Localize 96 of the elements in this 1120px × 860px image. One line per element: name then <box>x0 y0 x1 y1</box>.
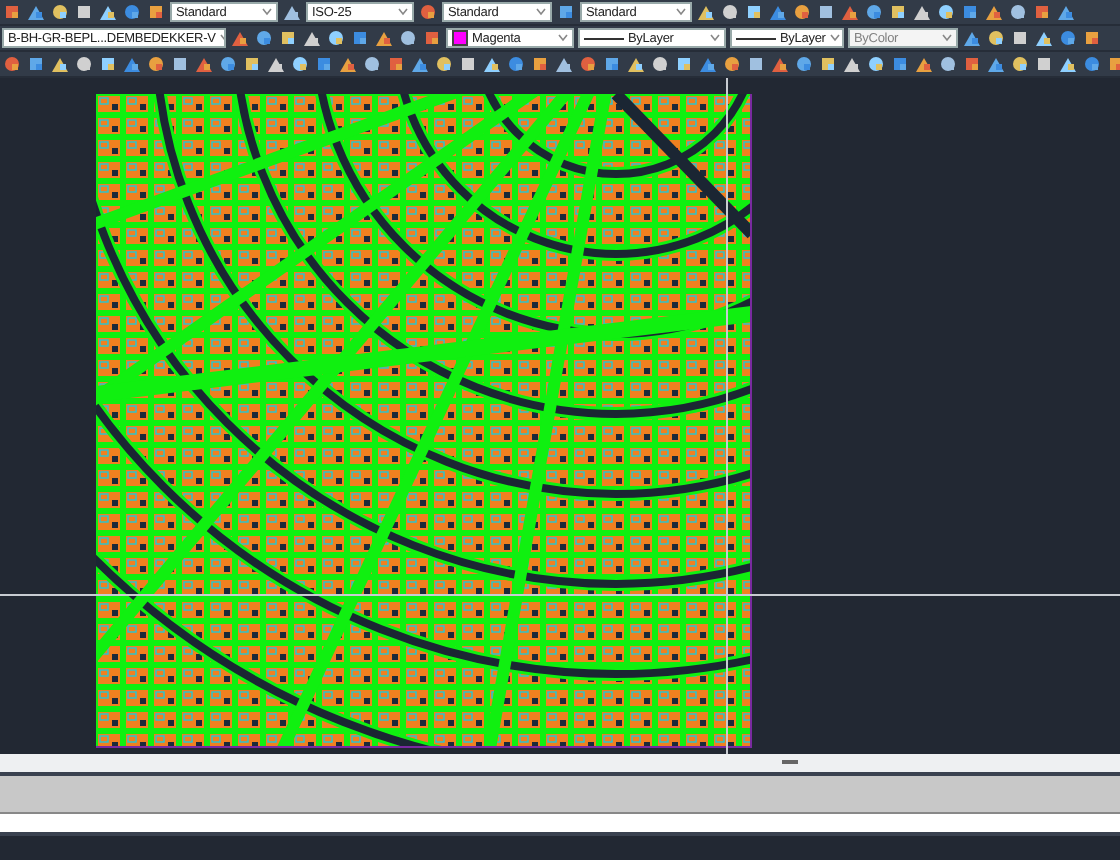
tool-icon[interactable] <box>268 56 284 72</box>
caret-icon <box>558 34 568 42</box>
tool-icon[interactable] <box>1084 30 1100 46</box>
tool-icon[interactable] <box>532 56 548 72</box>
tool-icon[interactable] <box>124 4 140 20</box>
tool-icon[interactable] <box>220 56 236 72</box>
tool-icon[interactable] <box>1010 4 1026 20</box>
command-input-field[interactable] <box>0 814 1120 836</box>
tool-icon[interactable] <box>196 56 212 72</box>
tool-icon[interactable] <box>940 56 956 72</box>
tool-icon[interactable] <box>556 56 572 72</box>
tool-icon[interactable] <box>794 4 810 20</box>
tool-icon[interactable] <box>52 56 68 72</box>
tool-icon[interactable] <box>484 56 500 72</box>
tool-icon[interactable] <box>1060 30 1076 46</box>
tool-icon[interactable] <box>964 56 980 72</box>
tool-icon[interactable] <box>376 30 392 46</box>
caret-icon <box>710 34 720 42</box>
tool-icon[interactable] <box>698 4 714 20</box>
tool-icon[interactable] <box>148 4 164 20</box>
tool-icon[interactable] <box>172 56 188 72</box>
tool-icon[interactable] <box>938 4 954 20</box>
tool-icon[interactable] <box>316 56 332 72</box>
tool-icon[interactable] <box>746 4 762 20</box>
line-sample-icon <box>736 37 776 39</box>
tool-icon[interactable] <box>962 4 978 20</box>
tool-icon[interactable] <box>914 4 930 20</box>
tool-icon[interactable] <box>364 56 380 72</box>
tool-icon[interactable] <box>420 4 436 20</box>
tool-icon[interactable] <box>748 56 764 72</box>
tool-icon[interactable] <box>244 56 260 72</box>
tool-icon[interactable] <box>676 56 692 72</box>
tool-icon[interactable] <box>232 30 248 46</box>
tool-icon[interactable] <box>580 56 596 72</box>
tool-icon[interactable] <box>284 4 300 20</box>
tool-icon[interactable] <box>76 56 92 72</box>
caret-icon <box>676 8 686 16</box>
tool-icon[interactable] <box>352 30 368 46</box>
line-sample-icon <box>584 37 624 39</box>
tool-icon[interactable] <box>724 56 740 72</box>
tool-icon[interactable] <box>916 56 932 72</box>
tool-icon[interactable] <box>28 56 44 72</box>
tool-icon[interactable] <box>986 4 1002 20</box>
tool-icon[interactable] <box>292 56 308 72</box>
tool-icon[interactable] <box>988 30 1004 46</box>
tool-icon[interactable] <box>100 4 116 20</box>
tool-icon[interactable] <box>844 56 860 72</box>
tool-icon[interactable] <box>868 56 884 72</box>
tool-icon[interactable] <box>304 30 320 46</box>
tool-icon[interactable] <box>818 4 834 20</box>
tool-icon[interactable] <box>988 56 1004 72</box>
tool-icon[interactable] <box>148 56 164 72</box>
tool-icon[interactable] <box>772 56 788 72</box>
tool-icon[interactable] <box>1058 4 1074 20</box>
tool-icon[interactable] <box>52 4 68 20</box>
tool-icon[interactable] <box>866 4 882 20</box>
tool-icon[interactable] <box>1012 56 1028 72</box>
tool-icon[interactable] <box>76 4 92 20</box>
tool-icon[interactable] <box>964 30 980 46</box>
tool-icon[interactable] <box>558 4 574 20</box>
tool-icon[interactable] <box>124 56 140 72</box>
tool-icon[interactable] <box>328 30 344 46</box>
caret-icon <box>829 34 840 42</box>
tool-icon[interactable] <box>100 56 116 72</box>
tool-icon[interactable] <box>256 30 272 46</box>
tool-icon[interactable] <box>1084 56 1100 72</box>
tool-icon[interactable] <box>340 56 356 72</box>
tool-icon[interactable] <box>652 56 668 72</box>
tool-icon[interactable] <box>436 56 452 72</box>
tool-icon[interactable] <box>412 56 428 72</box>
tool-icon[interactable] <box>700 56 716 72</box>
tool-icon[interactable] <box>4 4 20 20</box>
tool-icon[interactable] <box>892 56 908 72</box>
tool-icon[interactable] <box>28 4 44 20</box>
tool-icon[interactable] <box>388 56 404 72</box>
tool-icon[interactable] <box>722 4 738 20</box>
tool-icon[interactable] <box>508 56 524 72</box>
tool-icon[interactable] <box>1036 30 1052 46</box>
tool-icon[interactable] <box>628 56 644 72</box>
caret-icon <box>536 8 546 16</box>
caret-icon <box>942 34 952 42</box>
tool-icon[interactable] <box>4 56 20 72</box>
tool-icon[interactable] <box>1060 56 1076 72</box>
caret-icon <box>398 8 408 16</box>
tool-icon[interactable] <box>460 56 476 72</box>
tool-icon[interactable] <box>820 56 836 72</box>
tool-icon[interactable] <box>424 30 440 46</box>
tool-icon[interactable] <box>400 30 416 46</box>
tool-icon[interactable] <box>604 56 620 72</box>
tool-icon[interactable] <box>890 4 906 20</box>
tool-icon[interactable] <box>280 30 296 46</box>
tool-icon[interactable] <box>770 4 786 20</box>
tool-icon[interactable] <box>1108 56 1120 72</box>
caret-icon <box>262 8 272 16</box>
tool-icon[interactable] <box>796 56 812 72</box>
tool-icon[interactable] <box>842 4 858 20</box>
